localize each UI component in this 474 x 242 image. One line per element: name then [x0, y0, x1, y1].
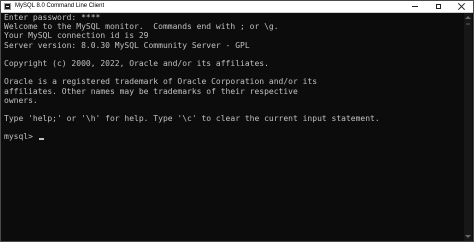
command-input-line[interactable]: mysql> — [4, 132, 464, 141]
console-line: Welcome to the MySQL monitor. Commands e… — [4, 22, 279, 32]
minimize-icon — [412, 6, 418, 7]
maximize-icon — [435, 4, 441, 9]
mysql-prompt: mysql> — [4, 132, 38, 142]
console-line: Server version: 8.0.30 MySQL Community S… — [4, 40, 250, 50]
console-line: Copyright (c) 2000, 2022, Oracle and/or … — [4, 58, 269, 68]
title-bar[interactable]: MySQL 8.0 Command Line Client — [1, 1, 473, 13]
text-cursor — [38, 138, 44, 141]
console-line: Enter password: **** — [4, 13, 101, 22]
console-output[interactable]: Enter password: **** Welcome to the MySQ… — [4, 13, 464, 241]
console-line: Your MySQL connection id is 29 — [4, 31, 149, 41]
console-line: Type 'help;' or '\h' for help. Type '\c'… — [4, 114, 380, 124]
console-line: Oracle is a registered trademark of Orac… — [4, 77, 318, 87]
window-title: MySQL 8.0 Command Line Client — [15, 3, 105, 9]
close-button[interactable] — [450, 1, 472, 12]
vertical-scrollbar[interactable] — [464, 13, 472, 241]
scroll-thumb[interactable] — [466, 23, 470, 25]
console-line: affiliates. Other names may be trademark… — [4, 86, 298, 96]
scroll-up-arrow-icon[interactable] — [465, 16, 471, 19]
scroll-down-arrow-icon[interactable] — [465, 235, 471, 238]
console-line: owners. — [4, 95, 38, 105]
minimize-button[interactable] — [404, 1, 426, 12]
close-icon — [458, 3, 465, 10]
console-app-icon — [4, 3, 11, 10]
maximize-button[interactable] — [427, 1, 449, 12]
console-window: MySQL 8.0 Command Line Client Enter pass… — [0, 0, 474, 242]
